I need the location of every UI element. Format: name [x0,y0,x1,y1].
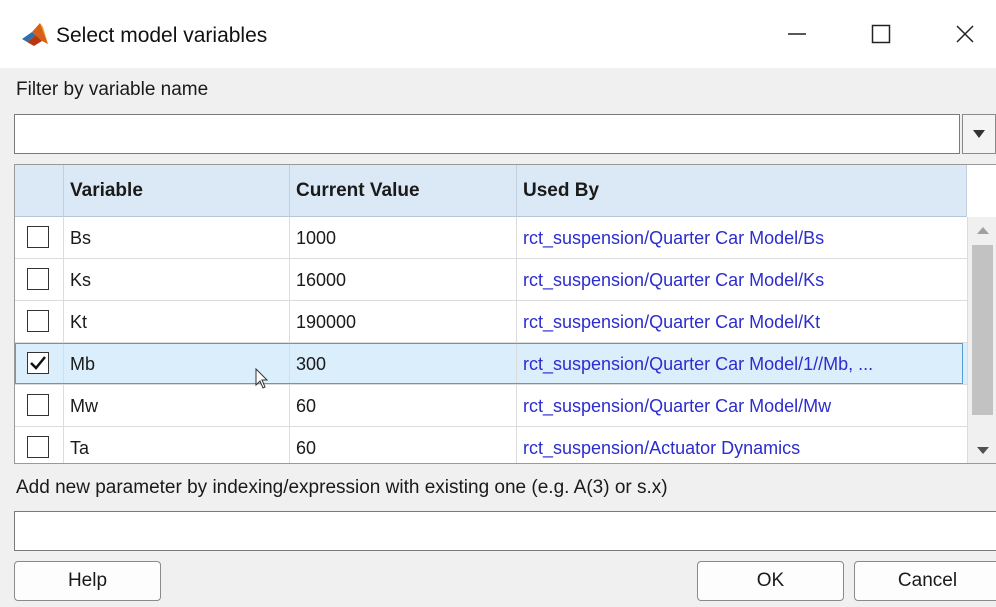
current-value-cell: 60 [290,385,517,427]
table-row[interactable]: Ta 60 rct_suspension/Actuator Dynamics [15,427,969,463]
table-row[interactable]: Kt 190000 rct_suspension/Quarter Car Mod… [15,301,969,343]
filter-input[interactable] [14,114,960,154]
scrollbar-thumb[interactable] [972,245,993,415]
variable-cell: Ta [64,427,290,463]
table-row[interactable]: Ks 16000 rct_suspension/Quarter Car Mode… [15,259,969,301]
mouse-pointer-icon [255,368,269,389]
current-value-cell: 1000 [290,217,517,259]
variable-cell: Bs [64,217,290,259]
matlab-icon [22,23,48,46]
row-checkbox[interactable] [27,310,49,332]
close-button[interactable] [934,10,996,58]
maximize-button[interactable] [850,10,912,58]
current-value-cell: 190000 [290,301,517,343]
used-by-link[interactable]: rct_suspension/Actuator Dynamics [517,427,969,463]
current-value-cell: 16000 [290,259,517,301]
checkmark-icon [30,356,46,370]
row-checkbox[interactable] [27,436,49,458]
title-bar: Select model variables [0,0,996,68]
row-checkbox[interactable] [27,226,49,248]
current-value-cell: 60 [290,427,517,463]
used-by-link[interactable]: rct_suspension/Quarter Car Model/Mw [517,385,969,427]
maximize-icon [871,24,891,44]
select-cell [15,259,64,301]
help-button[interactable]: Help [14,561,161,601]
ok-button[interactable]: OK [697,561,844,601]
expression-label: Add new parameter by indexing/expression… [16,477,668,498]
close-icon [956,25,974,43]
variable-cell: Kt [64,301,290,343]
column-header-current-value[interactable]: Current Value [290,165,517,217]
chevron-down-icon [973,130,985,138]
select-cell [15,343,64,385]
table-header: Variable Current Value Used By [15,165,967,217]
current-value-cell: 300 [290,343,517,385]
used-by-link[interactable]: rct_suspension/Quarter Car Model/Ks [517,259,969,301]
expression-input[interactable] [14,511,996,551]
minimize-button[interactable] [766,10,828,58]
used-by-link[interactable]: rct_suspension/Quarter Car Model/Bs [517,217,969,259]
used-by-link[interactable]: rct_suspension/Quarter Car Model/Kt [517,301,969,343]
variable-cell: Mw [64,385,290,427]
scroll-down-arrow-icon[interactable] [977,447,989,454]
variables-table: Variable Current Value Used By Bs 1000 r… [14,164,996,464]
table-row[interactable]: Mw 60 rct_suspension/Quarter Car Model/M… [15,385,969,427]
vertical-scrollbar[interactable] [967,217,996,463]
column-header-select[interactable] [15,165,64,217]
select-cell [15,217,64,259]
scroll-up-arrow-icon[interactable] [977,227,989,234]
variable-cell: Ks [64,259,290,301]
row-checkbox[interactable] [27,394,49,416]
cancel-button[interactable]: Cancel [854,561,996,601]
table-row[interactable]: Bs 1000 rct_suspension/Quarter Car Model… [15,217,969,259]
row-checkbox[interactable] [27,268,49,290]
select-cell [15,385,64,427]
filter-label: Filter by variable name [16,79,209,100]
row-checkbox-checked[interactable] [27,352,49,374]
used-by-link[interactable]: rct_suspension/Quarter Car Model/1//Mb, … [517,343,969,385]
column-header-variable[interactable]: Variable [64,165,290,217]
column-header-used-by[interactable]: Used By [517,165,967,217]
select-cell [15,427,64,463]
select-cell [15,301,64,343]
minimize-icon [788,33,806,35]
table-row-selected[interactable]: Mb 300 rct_suspension/Quarter Car Model/… [15,343,969,385]
filter-dropdown-button[interactable] [962,114,996,154]
window-title: Select model variables [56,24,268,47]
